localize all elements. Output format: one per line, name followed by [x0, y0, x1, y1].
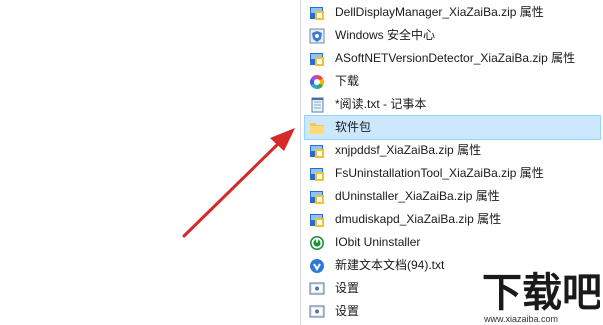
menu-item-label: xnjpddsf_XiaZaiBa.zip 属性	[335, 143, 482, 157]
menu-item-dmudiskapd-properties[interactable]: dmudiskapd_XiaZaiBa.zip 属性	[305, 208, 600, 231]
menu-item-notepad-reading[interactable]: *阅读.txt - 记事本	[305, 93, 600, 116]
properties-icon	[309, 143, 325, 159]
menu-item-label: FsUninstallationTool_XiaZaiBa.zip 属性	[335, 166, 544, 180]
notepad-icon	[309, 97, 325, 113]
menu-item-label: dUninstaller_XiaZaiBa.zip 属性	[335, 189, 500, 203]
watermark-logo: 下载吧 www.xiazaiba.com	[478, 262, 602, 324]
settings-icon	[309, 281, 325, 297]
menu-item-label: 设置	[335, 304, 360, 318]
menu-item-duninstaller-properties[interactable]: dUninstaller_XiaZaiBa.zip 属性	[305, 185, 600, 208]
menu-item-label: DellDisplayManager_XiaZaiBa.zip 属性	[335, 5, 544, 19]
menu-item-label: Windows 安全中心	[335, 28, 436, 42]
settings-icon	[309, 304, 325, 320]
watermark-logo-text: 下载吧	[482, 270, 600, 314]
properties-icon	[309, 212, 325, 228]
properties-icon	[309, 166, 325, 182]
menu-item-xnjpddsf-properties[interactable]: xnjpddsf_XiaZaiBa.zip 属性	[305, 139, 600, 162]
iobit-uninstaller-icon	[309, 235, 325, 251]
menu-item-label: 新建文本文档(94).txt	[335, 258, 445, 272]
menu-item-label: *阅读.txt - 记事本	[335, 97, 427, 111]
properties-icon	[309, 51, 325, 67]
menu-item-windows-security[interactable]: Windows 安全中心	[305, 24, 600, 47]
properties-icon	[309, 189, 325, 205]
menu-item-software-package[interactable]: 软件包	[304, 115, 601, 140]
menu-item-dell-display-manager-properties[interactable]: DellDisplayManager_XiaZaiBa.zip 属性	[305, 1, 600, 24]
menu-item-label: 设置	[335, 281, 360, 295]
screenshot-root: DellDisplayManager_XiaZaiBa.zip 属性 Windo…	[0, 0, 603, 325]
text-document-icon	[309, 258, 325, 274]
watermark-url: www.xiazaiba.com	[484, 314, 559, 324]
menu-item-label: 下载	[335, 74, 360, 88]
shield-settings-icon	[309, 28, 325, 44]
menu-item-label: ASoftNETVersionDetector_XiaZaiBa.zip 属性	[335, 51, 576, 65]
folder-icon	[309, 120, 325, 136]
menu-item-label: IObit Uninstaller	[335, 235, 421, 249]
menu-item-download[interactable]: 下载	[305, 70, 600, 93]
properties-icon	[309, 5, 325, 21]
download-colorful-icon	[309, 74, 325, 90]
menu-item-label: dmudiskapd_XiaZaiBa.zip 属性	[335, 212, 502, 226]
menu-item-fsuninstallationtool-properties[interactable]: FsUninstallationTool_XiaZaiBa.zip 属性	[305, 162, 600, 185]
menu-item-label: 软件包	[335, 120, 372, 134]
menu-item-iobit-uninstaller[interactable]: IObit Uninstaller	[305, 231, 600, 254]
menu-item-asoftnet-properties[interactable]: ASoftNETVersionDetector_XiaZaiBa.zip 属性	[305, 47, 600, 70]
